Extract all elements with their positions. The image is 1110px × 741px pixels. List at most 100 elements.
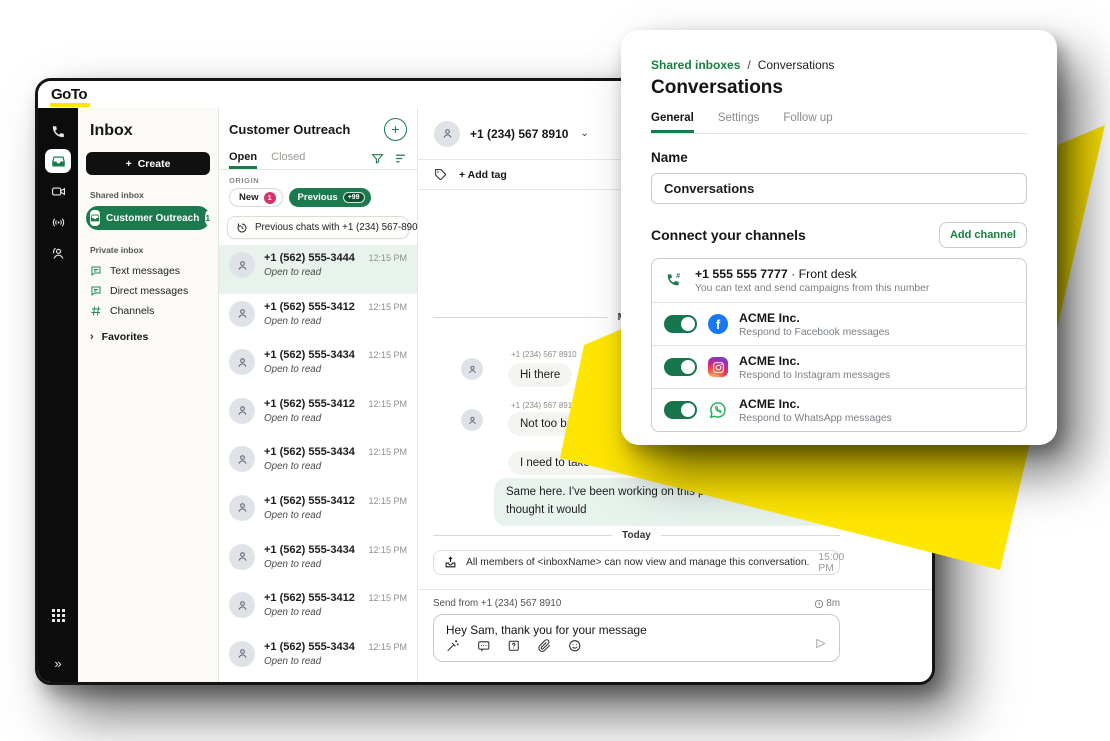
emoji-icon[interactable] bbox=[568, 639, 582, 653]
message-avatar bbox=[461, 409, 483, 431]
conversation-list-item[interactable]: +1 (562) 555-3434 12:15 PM Open to read bbox=[219, 537, 417, 586]
person-icon bbox=[236, 501, 249, 514]
channels-card: # +1 555 555 7777 · Front desk You can t… bbox=[651, 258, 1027, 432]
tag-icon bbox=[434, 168, 447, 181]
conversation-list-panel: Customer Outreach + Open Closed ORIGIN N… bbox=[218, 108, 418, 682]
private-inbox-label: Private inbox bbox=[90, 245, 206, 255]
send-from-label[interactable]: Send from +1 (234) 567 8910 bbox=[433, 598, 561, 609]
sort-icon[interactable] bbox=[394, 152, 407, 165]
person-icon bbox=[236, 453, 249, 466]
hash-icon bbox=[90, 305, 102, 317]
message-sender-label: +1 (234) 567 8910 bbox=[511, 350, 577, 359]
tab-settings[interactable]: Settings bbox=[718, 112, 760, 133]
contact-avatar bbox=[229, 495, 255, 521]
conversation-status: Open to read bbox=[264, 510, 407, 521]
facebook-icon: f bbox=[708, 314, 728, 334]
contact-avatar bbox=[229, 641, 255, 667]
expand-rail-icon[interactable]: » bbox=[54, 657, 61, 670]
breadcrumb-current: Conversations bbox=[758, 58, 835, 72]
chevron-down-icon[interactable]: ⌄ bbox=[580, 128, 588, 139]
conversation-time: 12:15 PM bbox=[368, 496, 407, 506]
channel-name: ACME Inc. bbox=[739, 311, 890, 325]
conversation-list: +1 (562) 555-3444 12:15 PM Open to read bbox=[219, 245, 417, 682]
tab-open[interactable]: Open bbox=[229, 147, 257, 169]
unread-badge: 1 bbox=[205, 211, 210, 225]
conversation-list-item[interactable]: +1 (562) 555-3412 12:15 PM Open to read bbox=[219, 585, 417, 634]
chip-previous[interactable]: Previous +99 bbox=[289, 188, 371, 207]
conversation-time: 12:15 PM bbox=[368, 253, 407, 263]
conversation-list-item[interactable]: +1 (562) 555-3412 12:15 PM Open to read bbox=[219, 294, 417, 343]
person-icon bbox=[236, 259, 249, 272]
tab-follow-up[interactable]: Follow up bbox=[783, 112, 832, 133]
person-icon bbox=[467, 415, 478, 426]
apps-grid-icon[interactable] bbox=[45, 602, 71, 628]
chevron-right-icon: › bbox=[90, 331, 94, 343]
new-conversation-button[interactable]: + bbox=[384, 118, 407, 141]
facebook-toggle[interactable] bbox=[664, 315, 697, 333]
add-tag-button[interactable]: + Add tag bbox=[459, 169, 507, 181]
chat-contact-name[interactable]: +1 (234) 567 8910 bbox=[470, 127, 568, 141]
channel-name: ACME Inc. bbox=[739, 354, 890, 368]
message-sender-label: +1 (234) 567 8910 bbox=[511, 401, 577, 410]
conversation-time: 12:15 PM bbox=[368, 545, 407, 555]
conversation-list-item[interactable]: +1 (562) 555-3444 12:15 PM Open to read bbox=[219, 245, 417, 294]
conversation-list-item[interactable]: +1 (562) 555-3434 12:15 PM Open to read bbox=[219, 634, 417, 682]
add-channel-button[interactable]: Add channel bbox=[939, 222, 1027, 248]
filter-icon[interactable] bbox=[371, 152, 384, 165]
conversation-time: 12:15 PM bbox=[368, 642, 407, 652]
inbox-sidebar: Inbox + Create Shared inbox Customer Out… bbox=[78, 108, 218, 682]
sidebar-item-customer-outreach[interactable]: Customer Outreach 1 bbox=[86, 206, 210, 230]
conversation-status: Open to read bbox=[264, 461, 407, 472]
create-button[interactable]: + Create bbox=[86, 152, 210, 175]
conversation-list-item[interactable]: +1 (562) 555-3412 12:15 PM Open to read bbox=[219, 488, 417, 537]
connect-channels-title: Connect your channels bbox=[651, 227, 806, 243]
channel-description: Respond to Facebook messages bbox=[739, 327, 890, 338]
conversation-list-item[interactable]: +1 (562) 555-3434 12:15 PM Open to read bbox=[219, 342, 417, 391]
video-icon[interactable] bbox=[45, 178, 71, 204]
chip-new[interactable]: New 1 bbox=[229, 188, 283, 207]
draft-text[interactable]: Hey Sam, thank you for your message bbox=[446, 623, 827, 637]
conversation-list-item[interactable]: +1 (562) 555-3434 12:15 PM Open to read bbox=[219, 439, 417, 488]
send-button[interactable] bbox=[814, 637, 827, 655]
ai-compose-icon[interactable] bbox=[446, 639, 460, 653]
message-input[interactable]: Hey Sam, thank you for your message bbox=[433, 614, 840, 662]
person-icon bbox=[236, 599, 249, 612]
chat-icon bbox=[90, 285, 102, 297]
compose-area: Send from +1 (234) 567 8910 8m Hey Sam, … bbox=[418, 589, 932, 682]
instagram-toggle[interactable] bbox=[664, 358, 697, 376]
conversation-tabs: Open Closed bbox=[219, 147, 417, 170]
instagram-channel-row: ACME Inc. Respond to Instagram messages bbox=[652, 345, 1026, 388]
conversation-time: 12:15 PM bbox=[368, 350, 407, 360]
incoming-message: I need to take a break f bbox=[508, 451, 650, 475]
previous-chats-filter-chip[interactable]: Previous chats with +1 (234) 567-8900 ✕ bbox=[227, 216, 409, 239]
attachment-icon[interactable] bbox=[538, 639, 552, 653]
sidebar-item-direct-messages[interactable]: Direct messages bbox=[86, 281, 210, 301]
conversation-status: Open to read bbox=[264, 656, 407, 667]
contact-number: +1 (562) 555-3412 bbox=[264, 398, 355, 410]
contact-center-icon[interactable] bbox=[45, 240, 71, 266]
inbox-icon[interactable] bbox=[45, 149, 71, 173]
saved-replies-icon[interactable] bbox=[477, 639, 491, 653]
survey-icon[interactable] bbox=[507, 639, 521, 653]
sidebar-item-channels[interactable]: Channels bbox=[86, 301, 210, 321]
contact-number: +1 (562) 555-3412 bbox=[264, 495, 355, 507]
previous-count-badge: +99 bbox=[343, 192, 365, 203]
tab-general[interactable]: General bbox=[651, 112, 694, 133]
conversation-status: Open to read bbox=[264, 413, 407, 424]
conversation-status: Open to read bbox=[264, 607, 407, 618]
phone-icon[interactable] bbox=[45, 118, 71, 144]
whatsapp-channel-row: ACME Inc. Respond to WhatsApp messages bbox=[652, 388, 1026, 431]
conversations-settings-card: Shared inboxes / Conversations Conversat… bbox=[621, 30, 1057, 445]
contact-avatar bbox=[229, 301, 255, 327]
name-input[interactable] bbox=[651, 173, 1027, 204]
sidebar-item-text-messages[interactable]: Text messages bbox=[86, 261, 210, 281]
channel-description: Respond to Instagram messages bbox=[739, 370, 890, 381]
broadcast-icon[interactable] bbox=[45, 209, 71, 235]
favorites-toggle[interactable]: › Favorites bbox=[90, 331, 206, 343]
conversation-list-item[interactable]: +1 (562) 555-3412 12:15 PM Open to read bbox=[219, 391, 417, 440]
contact-number: +1 (562) 555-3434 bbox=[264, 641, 355, 653]
tab-closed[interactable]: Closed bbox=[271, 147, 305, 169]
whatsapp-toggle[interactable] bbox=[664, 401, 697, 419]
facebook-channel-row: f ACME Inc. Respond to Facebook messages bbox=[652, 302, 1026, 345]
breadcrumb-shared-inboxes[interactable]: Shared inboxes bbox=[651, 58, 740, 72]
